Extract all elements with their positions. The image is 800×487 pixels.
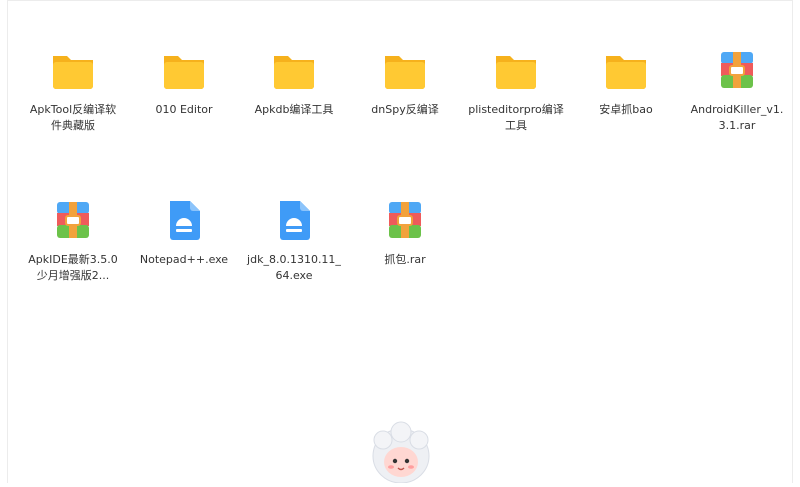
file-item[interactable]: 抓包.rar xyxy=(357,196,453,268)
file-name: dnSpy反编译 xyxy=(371,103,439,116)
file-name: ApkTool反编译软件典藏版 xyxy=(29,103,117,132)
folder-icon xyxy=(270,46,318,94)
folder-icon xyxy=(492,46,540,94)
file-grid: ApkTool反编译软件典藏版 010 Editor Apkdb编译工具 dnS… xyxy=(0,0,800,483)
file-name: 010 Editor xyxy=(155,103,213,116)
archive-icon xyxy=(49,196,97,244)
folder-icon xyxy=(602,46,650,94)
file-item[interactable]: 010 Editor xyxy=(136,46,232,118)
file-item[interactable]: AndroidKiller_v1.3.1.rar xyxy=(689,46,785,134)
executable-icon xyxy=(160,196,208,244)
file-item[interactable]: dnSpy反编译 xyxy=(357,46,453,118)
file-item[interactable]: Apkdb编译工具 xyxy=(246,46,342,118)
file-name: plisteditorpro编译工具 xyxy=(468,103,564,132)
file-name: 抓包.rar xyxy=(384,253,426,266)
file-item[interactable]: ApkTool反编译软件典藏版 xyxy=(25,46,121,134)
file-name: jdk_8.0.1310.11_64.exe xyxy=(247,253,341,282)
archive-icon xyxy=(713,46,761,94)
file-name: ApkIDE最新3.5.0少月增强版2... xyxy=(28,253,118,282)
folder-icon xyxy=(160,46,208,94)
folder-icon xyxy=(49,46,97,94)
file-item[interactable]: ApkIDE最新3.5.0少月增强版2... xyxy=(25,196,121,284)
file-name: AndroidKiller_v1.3.1.rar xyxy=(690,103,784,132)
mascot-illustration xyxy=(371,420,431,484)
file-item[interactable]: plisteditorpro编译工具 xyxy=(468,46,564,134)
file-item[interactable]: Notepad++.exe xyxy=(136,196,232,268)
archive-icon xyxy=(381,196,429,244)
executable-icon xyxy=(270,196,318,244)
file-name: Notepad++.exe xyxy=(139,253,229,266)
file-item[interactable]: 安卓抓bao xyxy=(578,46,674,118)
file-name: 安卓抓bao xyxy=(599,103,653,116)
file-name: Apkdb编译工具 xyxy=(254,103,334,116)
file-item[interactable]: jdk_8.0.1310.11_64.exe xyxy=(246,196,342,284)
folder-icon xyxy=(381,46,429,94)
